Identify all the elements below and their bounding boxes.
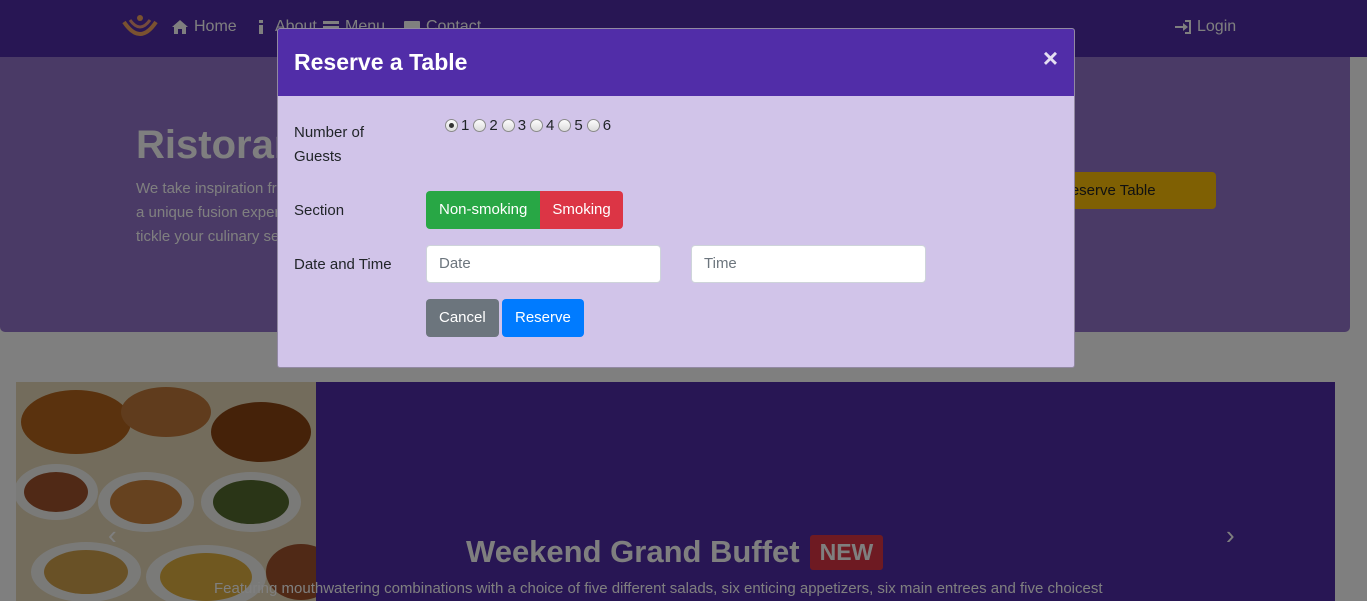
guests-option-6[interactable]: 6 (586, 117, 612, 134)
section-toggle-group: Non-smoking Smoking (426, 191, 623, 229)
guests-option-label: 2 (489, 117, 498, 134)
close-icon[interactable]: × (1043, 45, 1058, 71)
radio-icon[interactable] (501, 119, 515, 132)
radio-icon[interactable] (558, 119, 572, 132)
guests-label: Number of Guests (294, 124, 365, 165)
modal-header: Reserve a Table × (278, 29, 1074, 96)
guests-option-label: 1 (461, 117, 470, 134)
non-smoking-button[interactable]: Non-smoking (426, 191, 541, 229)
guests-option-label: 3 (517, 117, 527, 134)
guests-option-label: 4 (546, 117, 555, 134)
cancel-button[interactable]: Cancel (426, 299, 499, 337)
guests-option-label: 6 (602, 117, 612, 134)
guests-option-1[interactable]: 1 (445, 117, 469, 134)
date-input[interactable]: Date (426, 245, 661, 283)
radio-icon[interactable] (586, 119, 600, 132)
guests-option-4[interactable]: 4 (530, 117, 554, 134)
time-input[interactable]: Time (691, 245, 926, 283)
section-label: Section (294, 202, 345, 219)
modal-title: Reserve a Table (294, 49, 468, 75)
smoking-button[interactable]: Smoking (540, 191, 623, 229)
guests-option-5[interactable]: 5 (558, 117, 583, 134)
guests-option-3[interactable]: 3 (501, 117, 527, 134)
modal-body: Number of Guests 1 2 3 4 5 6 Section Non… (278, 96, 1074, 367)
guests-option-label: 5 (574, 117, 583, 134)
guests-option-2[interactable]: 2 (473, 117, 498, 134)
radio-checked-icon[interactable] (445, 119, 458, 132)
datetime-label: Date and Time (294, 256, 392, 273)
radio-icon[interactable] (530, 119, 544, 132)
radio-icon[interactable] (473, 119, 487, 132)
guests-radio-group: 1 2 3 4 5 6 (445, 117, 615, 134)
reserve-table-modal: Reserve a Table × Number of Guests 1 2 3… (277, 28, 1075, 368)
reserve-button[interactable]: Reserve (502, 299, 584, 337)
